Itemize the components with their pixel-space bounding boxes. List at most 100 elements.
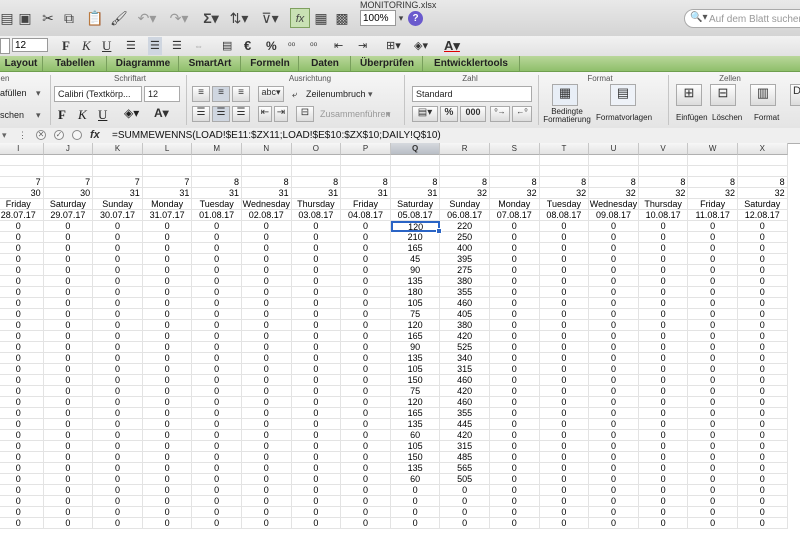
value-cell[interactable]: 0 [490, 320, 540, 331]
header-cell[interactable]: 05.08.17 [390, 210, 441, 221]
header-cell[interactable]: Sunday [440, 199, 490, 210]
toolbox-icon[interactable]: ▦ [314, 8, 328, 28]
header-cell[interactable]: 8 [390, 177, 441, 188]
value-cell[interactable]: 0 [192, 496, 242, 507]
value-cell[interactable]: 0 [142, 243, 193, 254]
wrap-text-button[interactable]: Zeilenumbruch [306, 89, 366, 99]
value-cell[interactable]: 0 [142, 408, 193, 419]
value-cell[interactable]: 0 [192, 221, 242, 232]
value-cell[interactable]: 0 [341, 331, 391, 342]
value-cell[interactable]: 0 [688, 375, 738, 386]
cell[interactable] [738, 155, 788, 166]
value-cell[interactable]: 0 [43, 364, 94, 375]
value-cell[interactable]: 0 [192, 287, 242, 298]
value-cell[interactable]: 0 [490, 496, 540, 507]
value-cell[interactable]: 0 [440, 518, 490, 529]
value-cell[interactable]: 0 [738, 243, 788, 254]
header-cell[interactable]: Saturday [390, 199, 441, 210]
value-cell[interactable]: 0 [490, 386, 540, 397]
value-cell[interactable]: 0 [142, 276, 193, 287]
value-cell[interactable]: 0 [192, 320, 242, 331]
value-cell[interactable]: 0 [43, 232, 94, 243]
delete-cells-button[interactable]: Löschen [712, 113, 742, 122]
print-icon[interactable]: ▤ [0, 8, 14, 28]
value-cell[interactable]: 0 [192, 441, 242, 452]
value-cell[interactable]: 0 [688, 474, 738, 485]
value-cell[interactable]: 0 [490, 375, 540, 386]
header-cell[interactable]: 8 [341, 177, 391, 188]
header-cell[interactable]: 7 [0, 177, 44, 188]
value-cell[interactable]: 0 [490, 276, 540, 287]
value-cell[interactable]: 0 [638, 309, 689, 320]
value-cell[interactable]: 0 [0, 331, 44, 342]
value-cell[interactable]: 0 [638, 463, 689, 474]
header-cell[interactable]: 07.08.17 [490, 210, 540, 221]
cell[interactable] [93, 155, 143, 166]
value-cell[interactable]: 0 [93, 452, 143, 463]
value-cell[interactable]: 0 [242, 419, 292, 430]
value-cell[interactable]: 0 [0, 496, 44, 507]
ribbon-underline-button[interactable]: U [98, 107, 107, 123]
value-cell[interactable]: 75 [390, 309, 441, 320]
value-cell[interactable]: 0 [142, 287, 193, 298]
value-cell[interactable]: 0 [242, 485, 292, 496]
indent-decrease-ribbon[interactable]: ⇤ [258, 106, 272, 122]
value-cell[interactable]: 0 [192, 419, 242, 430]
value-cell[interactable]: 0 [341, 485, 391, 496]
value-cell[interactable]: 0 [738, 408, 788, 419]
value-cell[interactable]: 0 [242, 441, 292, 452]
value-cell[interactable]: 0 [688, 419, 738, 430]
value-cell[interactable]: 0 [539, 485, 590, 496]
cell[interactable] [589, 155, 639, 166]
value-cell[interactable]: 0 [192, 463, 242, 474]
cell[interactable] [192, 155, 242, 166]
value-cell[interactable]: 0 [93, 265, 143, 276]
header-cell[interactable]: 02.08.17 [242, 210, 292, 221]
value-cell[interactable]: 0 [43, 320, 94, 331]
value-cell[interactable]: 0 [242, 353, 292, 364]
value-cell[interactable]: 0 [539, 496, 590, 507]
value-cell[interactable]: 0 [539, 386, 590, 397]
header-cell[interactable]: Monday [142, 199, 193, 210]
value-cell[interactable]: 0 [638, 507, 689, 518]
value-cell[interactable]: 0 [142, 364, 193, 375]
value-cell[interactable]: 0 [192, 386, 242, 397]
fill-color-icon[interactable]: ◈▾ [414, 37, 428, 55]
value-cell[interactable]: 0 [490, 221, 540, 232]
value-cell[interactable]: 0 [93, 298, 143, 309]
italic-button[interactable]: K [82, 37, 91, 55]
value-cell[interactable]: 0 [490, 254, 540, 265]
header-cell[interactable]: 31 [291, 188, 342, 199]
value-cell[interactable]: 45 [390, 254, 441, 265]
value-cell[interactable]: 220 [440, 221, 490, 232]
clear-button[interactable]: schen [0, 110, 24, 120]
value-cell[interactable]: 0 [0, 463, 44, 474]
value-cell[interactable]: 0 [242, 408, 292, 419]
value-cell[interactable]: 0 [43, 474, 94, 485]
value-cell[interactable]: 0 [738, 474, 788, 485]
value-cell[interactable]: 0 [738, 232, 788, 243]
value-cell[interactable]: 0 [93, 441, 143, 452]
ribbon-font-size[interactable]: 12 [144, 86, 180, 102]
value-cell[interactable]: 0 [638, 430, 689, 441]
redo-icon[interactable]: ↷▾ [168, 8, 190, 28]
value-cell[interactable]: 0 [688, 430, 738, 441]
value-cell[interactable]: 0 [242, 232, 292, 243]
header-cell[interactable]: 32 [440, 188, 490, 199]
insert-cells-button[interactable]: Einfügen [676, 113, 708, 122]
value-cell[interactable]: 0 [738, 342, 788, 353]
cell[interactable] [738, 166, 788, 177]
value-cell[interactable]: 340 [440, 353, 490, 364]
decrease-decimal-icon[interactable]: ⁰⁰ [310, 37, 317, 55]
value-cell[interactable]: 0 [0, 386, 44, 397]
value-cell[interactable]: 0 [0, 419, 44, 430]
value-cell[interactable]: 0 [341, 496, 391, 507]
value-cell[interactable]: 0 [93, 375, 143, 386]
delete-cells-icon[interactable]: ⊟ [710, 84, 736, 106]
value-cell[interactable]: 0 [291, 320, 342, 331]
clear-dropdown-icon[interactable]: ▾ [36, 110, 41, 121]
confirm-entry-icon[interactable]: ✓ [54, 130, 64, 140]
value-cell[interactable]: 0 [142, 309, 193, 320]
value-cell[interactable]: 0 [142, 320, 193, 331]
value-cell[interactable]: 0 [638, 254, 689, 265]
